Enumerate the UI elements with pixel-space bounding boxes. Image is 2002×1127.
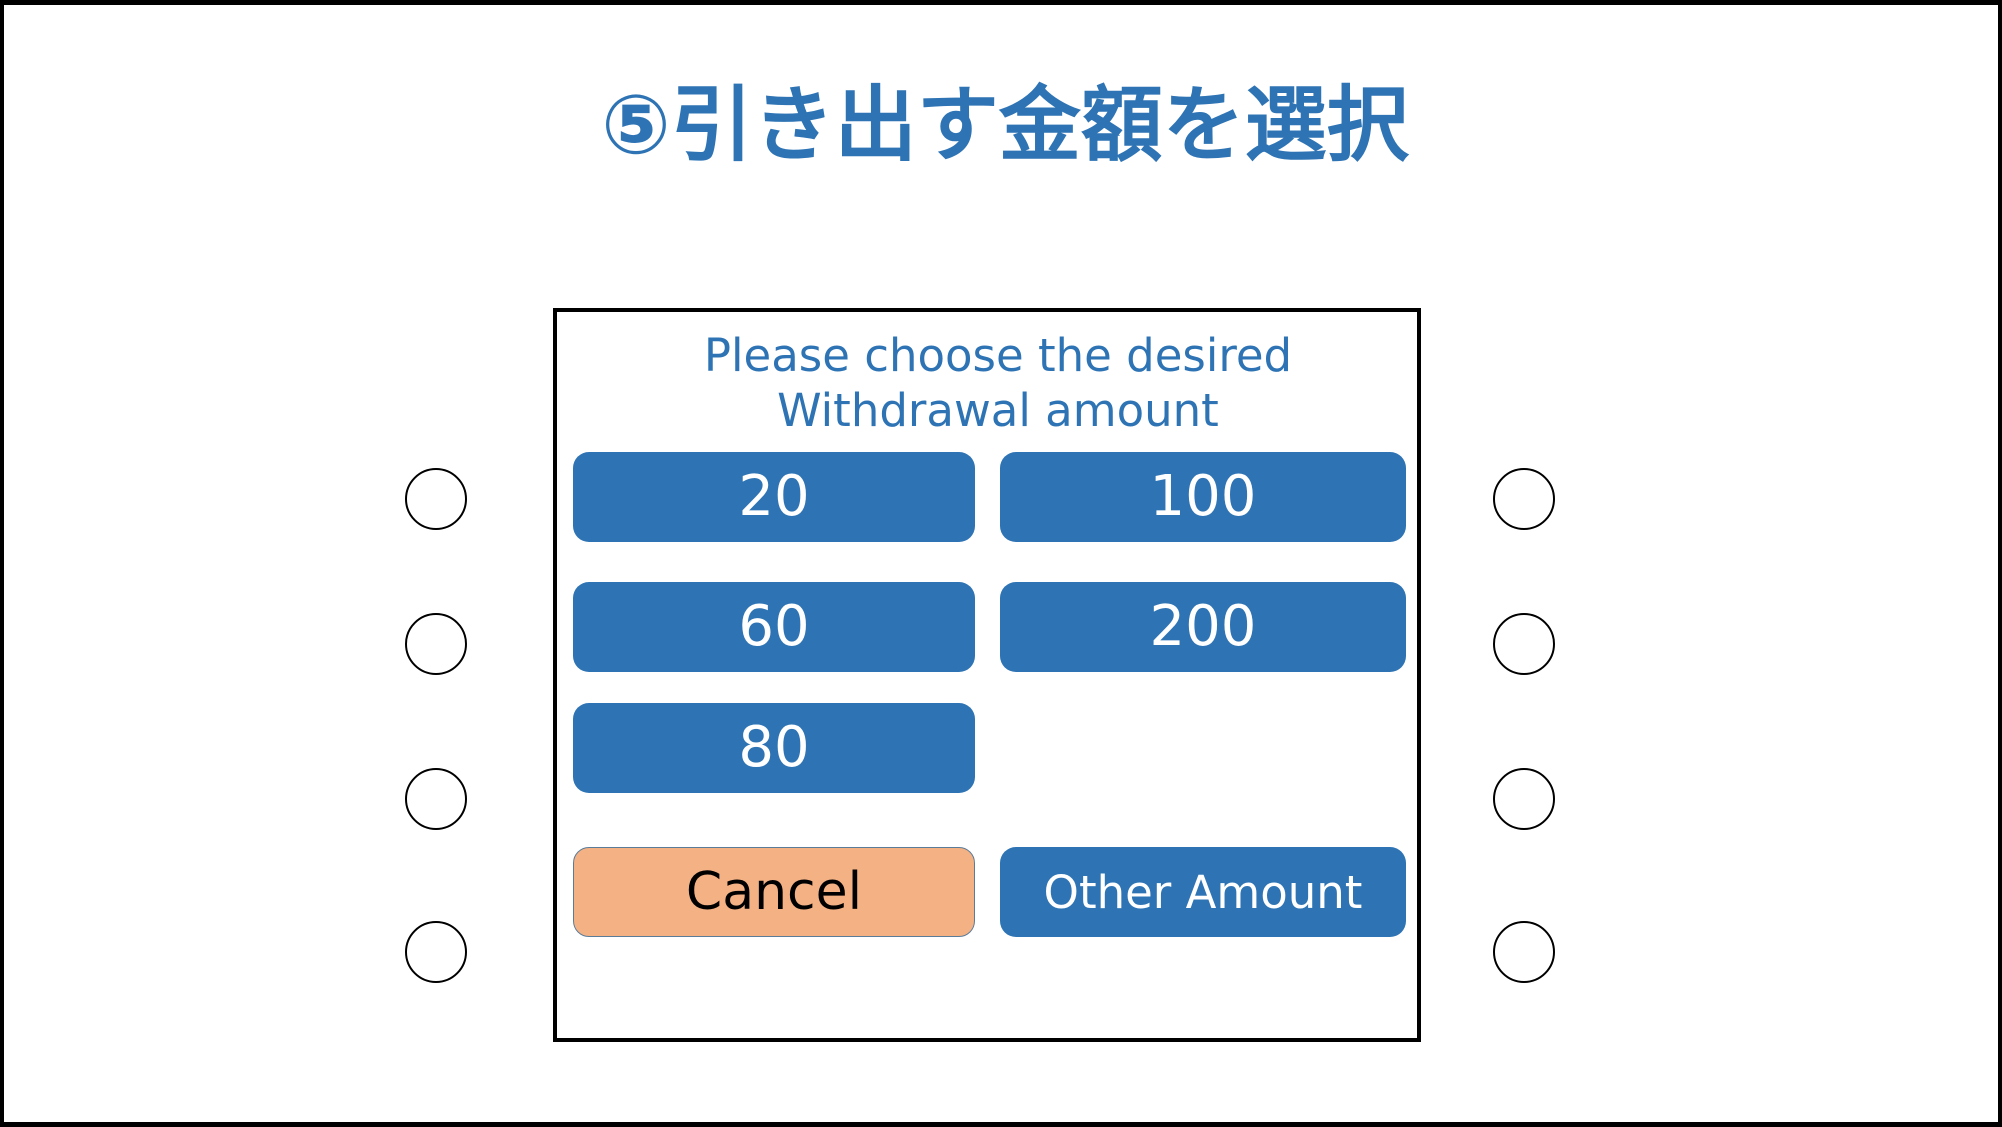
amount-button-80[interactable]: 80 xyxy=(573,703,975,793)
amount-button-20[interactable]: 20 xyxy=(573,452,975,542)
page-title: ⑤引き出す金額を選択 xyxy=(601,78,1409,173)
withdrawal-prompt: Please choose the desired Withdrawal amo… xyxy=(557,328,1425,439)
slide-canvas: ⑤引き出す金額を選択 Please choose the desired Wit… xyxy=(0,0,2002,1127)
side-button-left-1[interactable] xyxy=(405,468,467,530)
amount-button-100[interactable]: 100 xyxy=(1000,452,1406,542)
withdrawal-prompt-line-1: Please choose the desired xyxy=(703,329,1293,382)
side-button-right-2[interactable] xyxy=(1493,613,1555,675)
side-button-left-3[interactable] xyxy=(405,768,467,830)
side-button-right-3[interactable] xyxy=(1493,768,1555,830)
amount-button-200[interactable]: 200 xyxy=(1000,582,1406,672)
withdrawal-prompt-line-2: Withdrawal amount xyxy=(777,384,1219,438)
side-button-right-1[interactable] xyxy=(1493,468,1555,530)
atm-screen-panel: Please choose the desired Withdrawal amo… xyxy=(553,308,1421,1042)
side-button-left-4[interactable] xyxy=(405,921,467,983)
amount-button-60[interactable]: 60 xyxy=(573,582,975,672)
side-button-right-4[interactable] xyxy=(1493,921,1555,983)
other-amount-button[interactable]: Other Amount xyxy=(1000,847,1406,937)
side-button-left-2[interactable] xyxy=(405,613,467,675)
cancel-button[interactable]: Cancel xyxy=(573,847,975,937)
